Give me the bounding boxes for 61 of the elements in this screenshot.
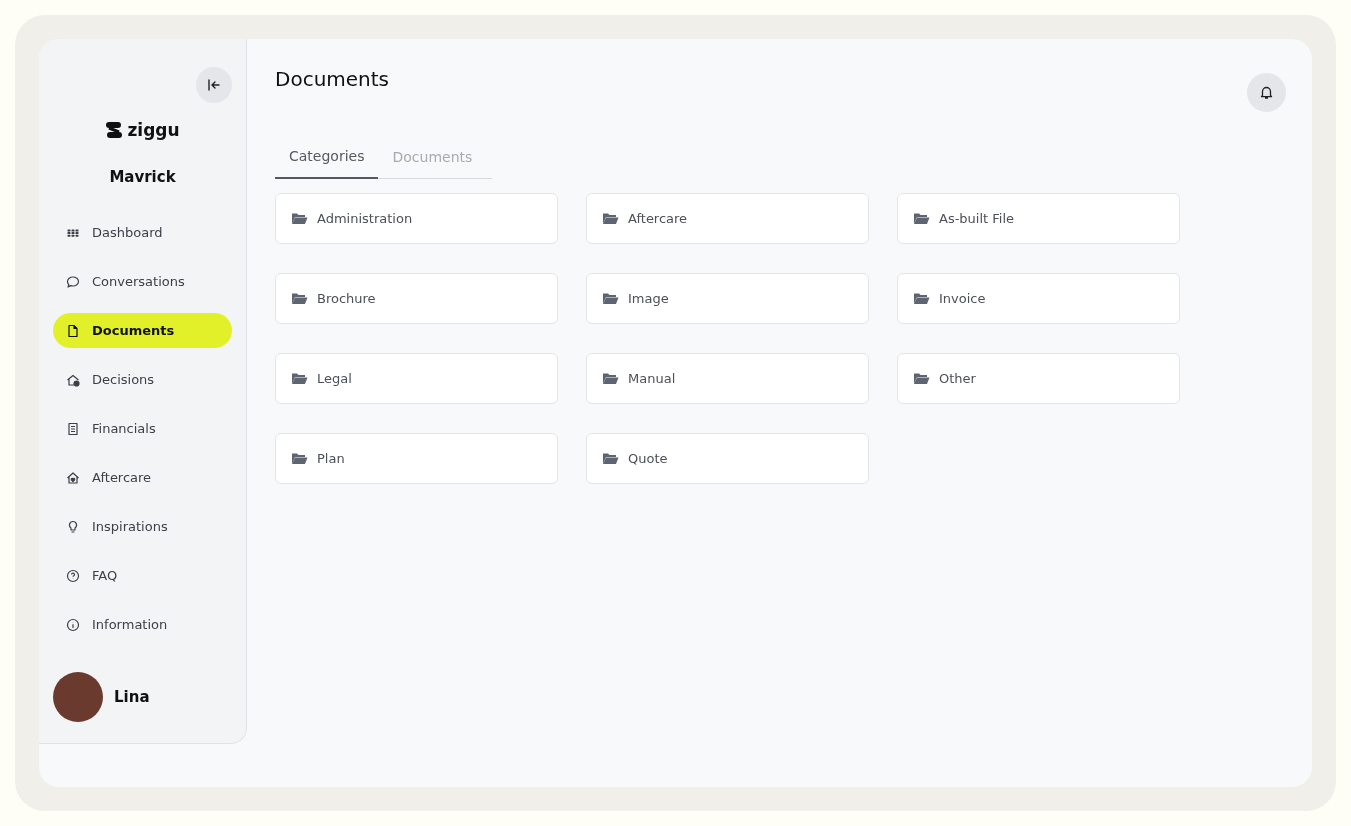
category-name: Other bbox=[939, 371, 976, 386]
folder-icon bbox=[291, 212, 308, 225]
house-heart-icon bbox=[66, 470, 80, 485]
collapse-arrow-icon bbox=[207, 78, 221, 92]
nav-item[interactable]: Documents bbox=[53, 313, 232, 348]
collapse-sidebar-button[interactable] bbox=[196, 67, 232, 103]
category-name: Aftercare bbox=[628, 211, 688, 226]
receipt-icon bbox=[66, 421, 80, 436]
folder-icon bbox=[291, 452, 308, 465]
category-card[interactable]: Manual bbox=[586, 353, 869, 404]
page-title: Documents bbox=[275, 67, 390, 93]
category-name: As-built File bbox=[939, 211, 1015, 226]
category-card[interactable]: Invoice bbox=[897, 273, 1180, 324]
info-icon bbox=[66, 617, 80, 632]
notifications-button[interactable] bbox=[1247, 73, 1286, 112]
category-card[interactable]: Plan bbox=[275, 433, 558, 484]
nav-item[interactable]: Conversations bbox=[53, 264, 232, 299]
category-name: Legal bbox=[317, 371, 352, 386]
tab[interactable]: Categories bbox=[275, 142, 379, 179]
category-card[interactable]: Other bbox=[897, 353, 1180, 404]
category-name: Manual bbox=[628, 371, 676, 386]
brand-name: ziggu bbox=[127, 120, 180, 140]
folder-icon bbox=[602, 372, 619, 385]
folder-icon bbox=[602, 292, 619, 305]
avatar bbox=[53, 672, 103, 722]
category-name: Image bbox=[628, 291, 669, 306]
folder-icon bbox=[913, 292, 930, 305]
bulb-icon bbox=[66, 519, 80, 534]
category-card[interactable]: As-built File bbox=[897, 193, 1180, 244]
category-card[interactable]: Quote bbox=[586, 433, 869, 484]
category-name: Quote bbox=[628, 451, 668, 466]
file-icon bbox=[66, 323, 80, 338]
category-card[interactable]: Legal bbox=[275, 353, 558, 404]
nav-item[interactable]: Information bbox=[53, 607, 232, 642]
folder-icon bbox=[291, 372, 308, 385]
category-name: Brochure bbox=[317, 291, 376, 306]
nav-item[interactable]: Decisions bbox=[53, 362, 232, 397]
folder-icon bbox=[602, 212, 619, 225]
folder-icon bbox=[913, 212, 930, 225]
folder-icon bbox=[291, 292, 308, 305]
chat-icon bbox=[66, 274, 80, 289]
nav-item[interactable]: Aftercare bbox=[53, 460, 232, 495]
category-card[interactable]: Image bbox=[586, 273, 869, 324]
user-name: Lina bbox=[114, 688, 150, 706]
folder-icon bbox=[913, 372, 930, 385]
nav-item[interactable]: FAQ bbox=[53, 558, 232, 593]
category-name: Invoice bbox=[939, 291, 986, 306]
nav-item[interactable]: Dashboard bbox=[53, 215, 232, 250]
house-check-icon bbox=[66, 372, 80, 387]
category-name: Administration bbox=[317, 211, 413, 226]
nav-item[interactable]: Inspirations bbox=[53, 509, 232, 544]
nav-item[interactable]: Financials bbox=[53, 411, 232, 446]
folder-icon bbox=[602, 452, 619, 465]
logo-icon bbox=[105, 121, 124, 139]
category-name: Plan bbox=[317, 451, 345, 466]
bell-icon bbox=[1259, 85, 1274, 100]
category-card[interactable]: Brochure bbox=[275, 273, 558, 324]
category-card[interactable]: Administration bbox=[275, 193, 558, 244]
project-name: Mavrick bbox=[108, 168, 177, 186]
question-icon bbox=[66, 568, 80, 583]
category-card[interactable]: Aftercare bbox=[586, 193, 869, 244]
